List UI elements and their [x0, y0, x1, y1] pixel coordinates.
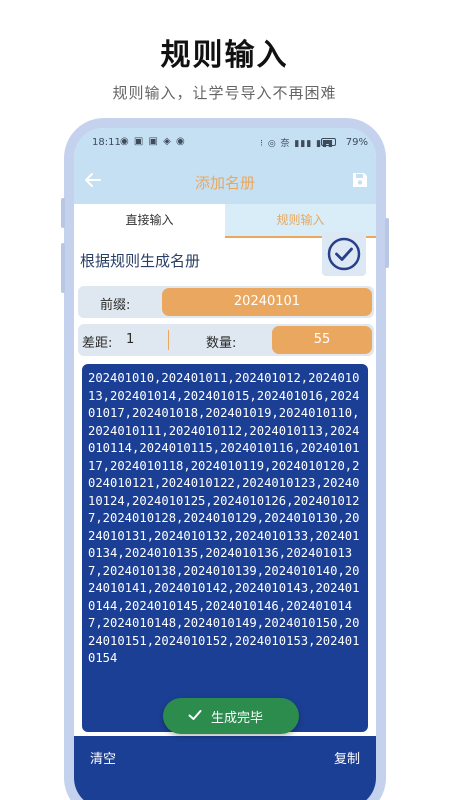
- toast-label: 生成完毕: [211, 711, 264, 726]
- confirm-button[interactable]: [322, 232, 366, 276]
- bottom-bar: 清空 复制: [74, 736, 376, 800]
- check-icon: [188, 710, 202, 720]
- gap-label: 差距:: [82, 336, 113, 351]
- prefix-row: 前缀: 20240101: [78, 286, 374, 318]
- prefix-input[interactable]: 20240101: [162, 288, 372, 316]
- tab-direct-input[interactable]: 直接输入: [74, 204, 225, 238]
- phone-side-button: [61, 198, 65, 228]
- gap-divider: [168, 330, 169, 350]
- phone-side-button: [61, 243, 65, 293]
- clear-button[interactable]: 清空: [90, 748, 116, 767]
- count-label: 数量:: [206, 336, 237, 351]
- copy-button[interactable]: 复制: [334, 748, 360, 767]
- section-label: 根据规则生成名册: [80, 252, 201, 270]
- notification-icons: ◉ ▣ ▣ ◈ ◉: [120, 136, 186, 147]
- app-bar: 添加名册: [74, 158, 376, 204]
- page-title: 添加名册: [194, 174, 255, 192]
- output-textarea[interactable]: 202401010,202401011,202401012,202401013,…: [82, 364, 368, 732]
- promo-subtitle: 规则输入，让学号导入不再困难: [112, 84, 337, 102]
- status-bar: 18:11 ◉ ▣ ▣ ◈ ◉ ⁝ ◎ 奈 ▮▮▮ ▮▮▮ 79%: [74, 128, 376, 158]
- phone-side-button: [385, 218, 389, 268]
- gap-count-row: 差距: 1 数量: 55: [78, 324, 374, 356]
- count-input[interactable]: 55: [272, 326, 372, 354]
- phone-screen: 18:11 ◉ ▣ ▣ ◈ ◉ ⁝ ◎ 奈 ▮▮▮ ▮▮▮ 79% 添加名册 直…: [74, 128, 376, 800]
- battery-percent: 79%: [345, 137, 368, 148]
- phone-frame: 18:11 ◉ ▣ ▣ ◈ ◉ ⁝ ◎ 奈 ▮▮▮ ▮▮▮ 79% 添加名册 直…: [61, 118, 389, 800]
- prefix-label: 前缀:: [100, 298, 131, 313]
- save-icon[interactable]: [352, 172, 368, 188]
- toast-notification: 生成完毕: [163, 698, 299, 734]
- status-time: 18:11: [92, 137, 121, 148]
- check-circle-icon: [327, 237, 361, 271]
- gap-input[interactable]: 1: [126, 332, 134, 347]
- battery-icon: [321, 138, 336, 146]
- generated-roster-text: 202401010,202401011,202401012,202401013,…: [88, 371, 360, 665]
- promo-title: 规则输入: [160, 38, 289, 73]
